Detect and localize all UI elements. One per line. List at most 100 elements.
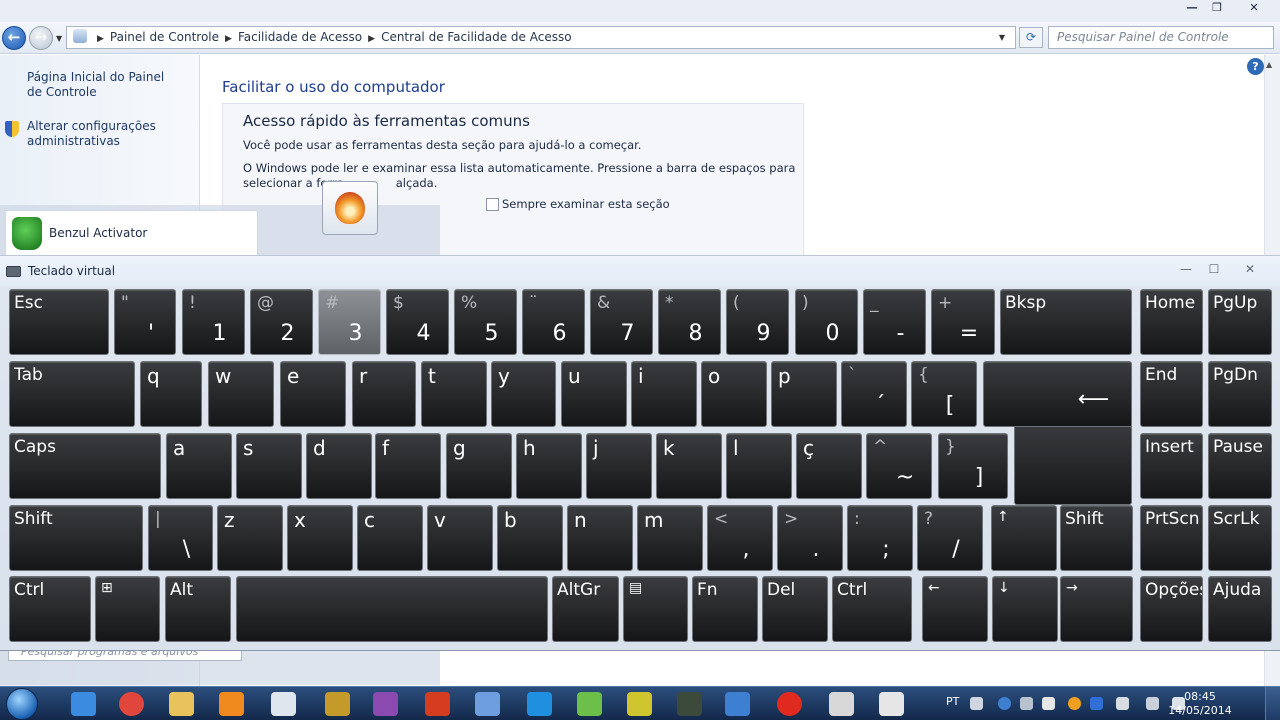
taskbar-app[interactable] xyxy=(768,689,812,719)
admin-settings-link[interactable]: Alterar configurações administrativas xyxy=(27,119,167,149)
taskbar-app[interactable] xyxy=(110,689,154,719)
key-bracket-open[interactable]: {[ xyxy=(911,361,977,427)
key-bksp[interactable]: Bksp xyxy=(1000,289,1132,355)
key-o[interactable]: o xyxy=(701,361,767,427)
key-ctrl-left[interactable]: Ctrl xyxy=(9,576,91,642)
taskbar-app[interactable] xyxy=(262,689,306,719)
language-indicator[interactable]: PT xyxy=(946,695,959,708)
key-u[interactable]: u xyxy=(561,361,627,427)
history-dropdown-icon[interactable]: ▼ xyxy=(56,34,62,43)
minimize-button[interactable]: — xyxy=(1178,0,1206,18)
key-equals[interactable]: + = xyxy=(931,289,995,355)
chevron-right-icon[interactable]: ▶ xyxy=(368,34,375,44)
key-tab[interactable]: Tab xyxy=(9,361,135,427)
key-s[interactable]: s xyxy=(236,433,302,499)
forward-button[interactable]: → xyxy=(29,26,53,50)
key-esc[interactable]: Esc xyxy=(9,289,109,355)
key-quote[interactable]: " ' xyxy=(114,289,176,355)
key-c[interactable]: c xyxy=(357,505,423,571)
taskbar-app[interactable] xyxy=(62,689,106,719)
taskbar-app[interactable] xyxy=(210,689,254,719)
key-9[interactable]: (9 xyxy=(726,289,789,355)
key-left[interactable]: ← xyxy=(922,576,988,642)
show-desktop-button[interactable] xyxy=(1265,687,1280,720)
key-up[interactable]: ↑ xyxy=(991,505,1057,571)
key-enter-extension[interactable] xyxy=(1014,421,1132,505)
key-slash[interactable]: ? / xyxy=(917,505,983,571)
breadcrumb-item[interactable]: Central de Facilidade de Acesso xyxy=(381,30,572,44)
taskbar-app[interactable] xyxy=(618,689,662,719)
key-home[interactable]: Home xyxy=(1140,289,1203,355)
key-end[interactable]: End xyxy=(1140,361,1203,427)
home-link[interactable]: Página Inicial do Painel de Controle xyxy=(27,70,177,100)
key-0[interactable]: ) 0 xyxy=(795,289,858,355)
taskbar-app[interactable] xyxy=(160,689,204,719)
key-pgdn[interactable]: PgDn xyxy=(1208,361,1272,427)
key-b[interactable]: b xyxy=(497,505,563,571)
key-menu[interactable]: ▤ xyxy=(623,576,688,642)
key-v[interactable]: v xyxy=(427,505,493,571)
key-period[interactable]: >. xyxy=(777,505,843,571)
taskbar-app[interactable] xyxy=(668,689,712,719)
help-icon[interactable]: ? xyxy=(1247,58,1264,75)
key-pgup[interactable]: PgUp xyxy=(1208,289,1272,355)
key-insert[interactable]: Insert xyxy=(1140,433,1203,499)
breadcrumb-item[interactable]: Painel de Controle xyxy=(110,30,219,44)
key-6[interactable]: ¨ 6 xyxy=(522,289,585,355)
key-l[interactable]: l xyxy=(726,433,792,499)
key-shift-right[interactable]: Shift xyxy=(1060,505,1133,571)
address-bar[interactable]: ▶ Painel de Controle ▶ Facilidade de Acesso… xyxy=(66,26,1016,49)
key-x[interactable]: x xyxy=(287,505,353,571)
key-comma[interactable]: <, xyxy=(707,505,773,571)
key-scrlk[interactable]: ScrLk xyxy=(1208,505,1272,571)
key-cedilla[interactable]: ç xyxy=(796,433,862,499)
taskbar-app[interactable] xyxy=(364,689,408,719)
taskbar-app[interactable] xyxy=(316,689,360,719)
key-m[interactable]: m xyxy=(637,505,703,571)
taskbar-app[interactable] xyxy=(870,689,914,719)
key-altgr[interactable]: AltGr xyxy=(552,576,619,642)
key-options[interactable]: Opções xyxy=(1140,576,1203,642)
key-enter[interactable]: ⟵ xyxy=(983,361,1132,427)
key-tilde[interactable]: ^ ~ xyxy=(866,433,932,499)
breadcrumb-item[interactable]: Facilidade de Acesso xyxy=(238,30,362,44)
clock[interactable]: 08:45 14/05/2014 xyxy=(1164,690,1236,718)
update-icon[interactable] xyxy=(1068,697,1081,710)
key-g[interactable]: g xyxy=(446,433,512,499)
dragged-app-icon[interactable] xyxy=(322,181,378,235)
key-7[interactable]: & 7 xyxy=(590,289,653,355)
key-fn[interactable]: Fn xyxy=(692,576,758,642)
close-button[interactable]: ✕ xyxy=(1240,0,1268,18)
display-icon[interactable] xyxy=(1146,697,1159,710)
key-right[interactable]: → xyxy=(1060,576,1133,642)
key-t[interactable]: t xyxy=(421,361,487,427)
close-button[interactable]: ✕ xyxy=(1237,259,1263,279)
maximize-button[interactable]: ☐ xyxy=(1201,259,1227,279)
key-space[interactable] xyxy=(236,576,548,642)
chevron-right-icon[interactable]: ▶ xyxy=(225,34,232,44)
key-2[interactable]: @2 xyxy=(250,289,313,355)
search-input[interactable]: Pesquisar Painel de Controle xyxy=(1048,26,1274,49)
key-3[interactable]: #3 xyxy=(318,289,381,355)
shield-icon[interactable] xyxy=(998,697,1011,710)
key-ctrl-right[interactable]: Ctrl xyxy=(832,576,912,642)
maximize-button[interactable]: ❐ xyxy=(1203,0,1231,18)
key-del[interactable]: Del xyxy=(762,576,828,642)
taskbar-app[interactable] xyxy=(416,689,460,719)
scroll-up-icon[interactable]: ▲ xyxy=(1266,60,1272,69)
taskbar-app[interactable] xyxy=(716,689,760,719)
key-i[interactable]: i xyxy=(631,361,697,427)
key-q[interactable]: q xyxy=(140,361,202,427)
key-e[interactable]: e xyxy=(280,361,346,427)
flag-icon[interactable] xyxy=(1116,697,1129,710)
keyboard-icon[interactable] xyxy=(970,697,983,710)
network-icon[interactable] xyxy=(1020,697,1033,710)
start-button[interactable] xyxy=(6,688,38,720)
key-h[interactable]: h xyxy=(516,433,582,499)
key-n[interactable]: n xyxy=(567,505,633,571)
taskbar-app[interactable] xyxy=(820,689,864,719)
taskbar-app[interactable] xyxy=(518,689,562,719)
key-acute[interactable]: ` ´ xyxy=(841,361,907,427)
key-z[interactable]: z xyxy=(217,505,283,571)
key-1[interactable]: ! 1 xyxy=(182,289,245,355)
